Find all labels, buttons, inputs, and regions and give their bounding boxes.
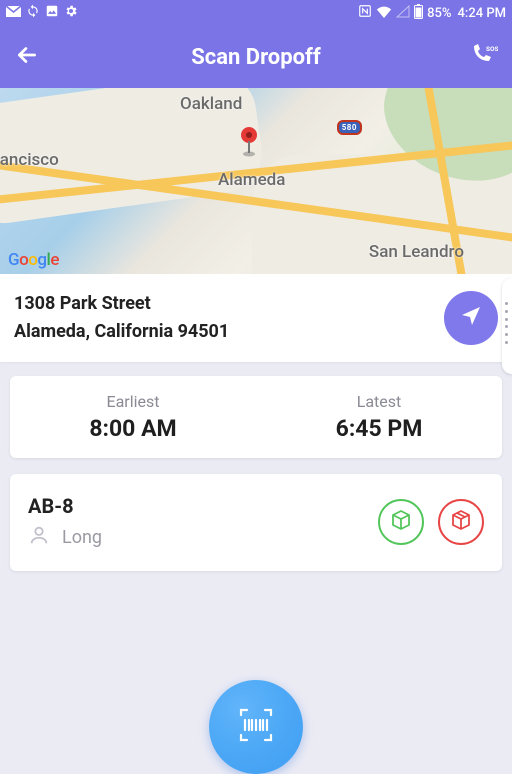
package-card[interactable]: AB-8 Long — [10, 474, 502, 571]
map-city-label: rancisco — [0, 150, 59, 170]
back-button[interactable] — [14, 42, 40, 72]
page-title: Scan Dropoff — [191, 45, 321, 70]
settings-sync-icon — [64, 4, 78, 22]
box-closed-icon — [449, 508, 473, 536]
status-notifications — [6, 4, 78, 22]
map-city-label: San Leandro — [369, 242, 464, 262]
battery-icon — [414, 4, 423, 23]
latest-label: Latest — [256, 392, 502, 411]
drag-handle-icon — [500, 300, 512, 346]
earliest-label: Earliest — [10, 392, 256, 411]
sos-call-button[interactable]: SOS — [468, 42, 498, 72]
sync-icon — [26, 4, 40, 22]
address-line1: 1308 Park Street — [14, 290, 229, 318]
wifi-icon — [376, 5, 392, 22]
earliest-column: Earliest 8:00 AM — [10, 392, 256, 442]
address-card: 1308 Park Street Alameda, California 945… — [0, 274, 512, 362]
status-clock: 4:24 PM — [458, 6, 507, 21]
app-header: Scan Dropoff SOS — [0, 26, 512, 88]
image-icon — [45, 4, 59, 22]
svg-text:SOS: SOS — [486, 45, 498, 53]
map-view[interactable]: Oakland Alameda rancisco San Leandro 580… — [0, 88, 512, 274]
cell-signal-icon — [396, 5, 410, 22]
gmail-icon — [6, 6, 21, 21]
map-city-label: Alameda — [218, 170, 285, 190]
time-window-card: Earliest 8:00 AM Latest 6:45 PM — [10, 376, 502, 458]
battery-percentage: 85% — [427, 6, 451, 21]
package-reject-button[interactable] — [438, 499, 484, 545]
earliest-value: 8:00 AM — [10, 415, 256, 442]
recipient-name: Long — [62, 527, 102, 548]
status-system: 85% 4:24 PM — [358, 4, 506, 23]
barcode-scan-icon — [233, 702, 279, 752]
navigate-button[interactable] — [444, 291, 498, 345]
address-line2: Alameda, California 94501 — [14, 318, 229, 346]
map-city-label: Oakland — [180, 94, 242, 114]
package-code: AB-8 — [28, 494, 378, 518]
highway-shield-icon: 580 — [337, 120, 362, 135]
dropoff-address: 1308 Park Street Alameda, California 945… — [14, 290, 229, 346]
box-open-icon — [389, 508, 413, 536]
latest-column: Latest 6:45 PM — [256, 392, 502, 442]
package-confirm-button[interactable] — [378, 499, 424, 545]
navigation-arrow-icon — [459, 304, 483, 332]
google-attribution: Google — [8, 250, 59, 270]
nfc-icon — [358, 4, 372, 22]
android-status-bar: 85% 4:24 PM — [0, 0, 512, 26]
latest-value: 6:45 PM — [256, 415, 502, 442]
map-pin-icon — [238, 126, 260, 162]
person-icon — [28, 524, 50, 551]
scan-barcode-button[interactable] — [209, 680, 303, 774]
